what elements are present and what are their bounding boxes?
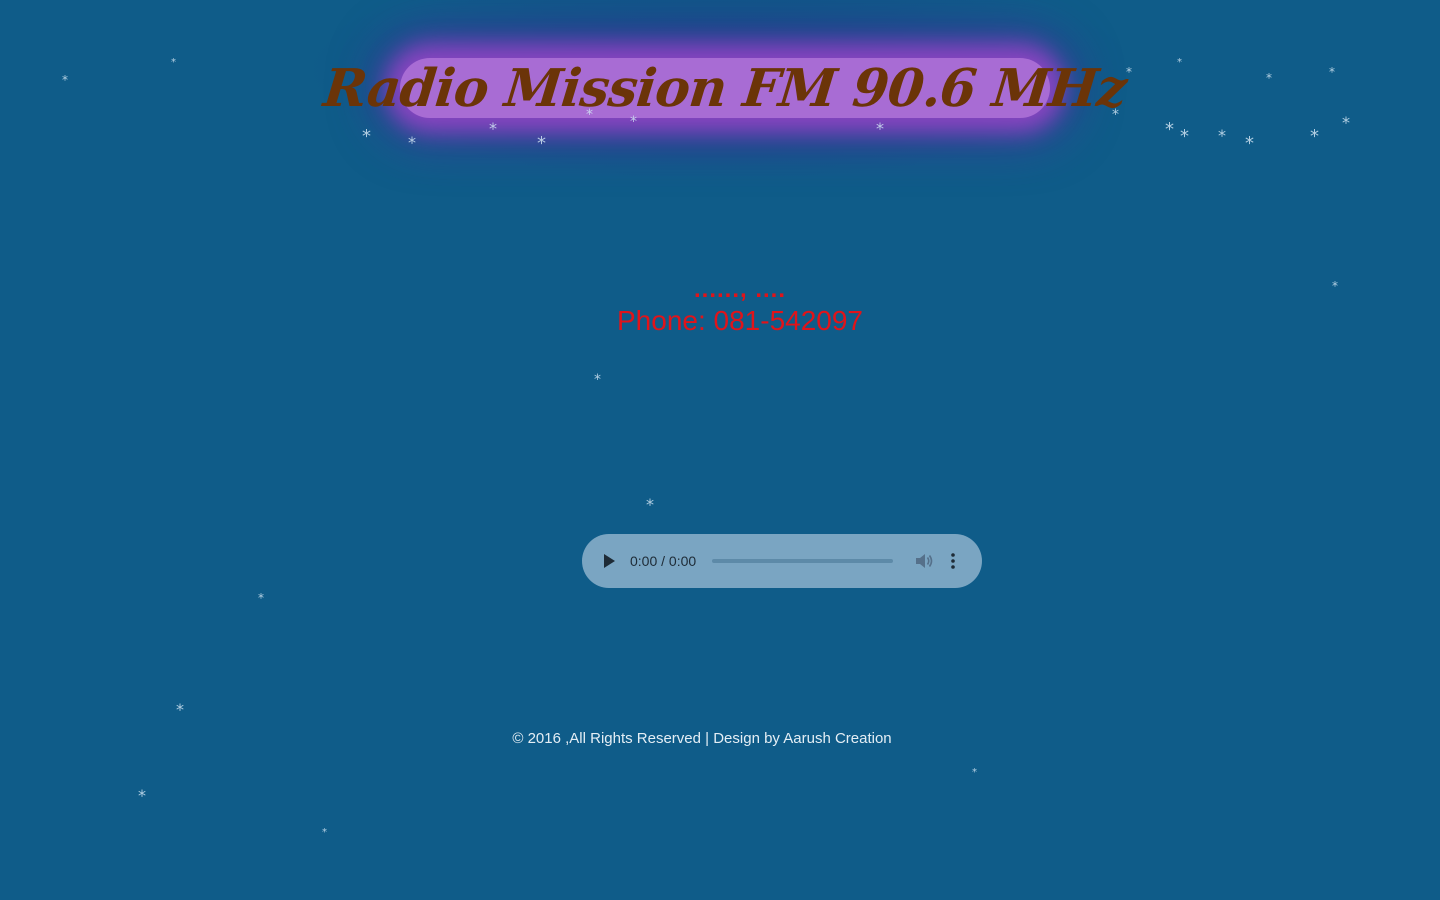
address-text: ......, ....	[693, 276, 786, 303]
site-title: Radio Mission FM 90.6 MHz	[320, 57, 1130, 119]
snowflake: *	[322, 827, 327, 838]
volume-button[interactable]	[915, 551, 935, 571]
contact-info: ......, .... Phone: 081-542097	[440, 276, 1040, 338]
phone-text: Phone: 081-542097	[617, 305, 863, 336]
snowflake: *	[176, 700, 184, 719]
snowflake: *	[258, 591, 264, 605]
progress-slider[interactable]	[712, 559, 894, 563]
time-display: 0:00 / 0:00	[630, 553, 697, 569]
more-options-button[interactable]	[947, 551, 959, 571]
play-icon	[604, 554, 615, 568]
snowflake: *	[1332, 279, 1338, 293]
footer-copyright: © 2016 ,All Rights Reserved | Design by …	[512, 730, 892, 747]
site-header: Radio Mission FM 90.6 MHz	[321, 40, 1129, 136]
snowflake: *	[138, 786, 146, 805]
play-button[interactable]	[602, 553, 616, 569]
more-vertical-icon	[951, 553, 955, 569]
snowflake: *	[972, 767, 977, 778]
volume-icon	[916, 554, 933, 568]
audio-player[interactable]: 0:00 / 0:00	[582, 534, 982, 588]
snowflake: *	[646, 495, 654, 514]
snowflake: *	[594, 372, 601, 388]
